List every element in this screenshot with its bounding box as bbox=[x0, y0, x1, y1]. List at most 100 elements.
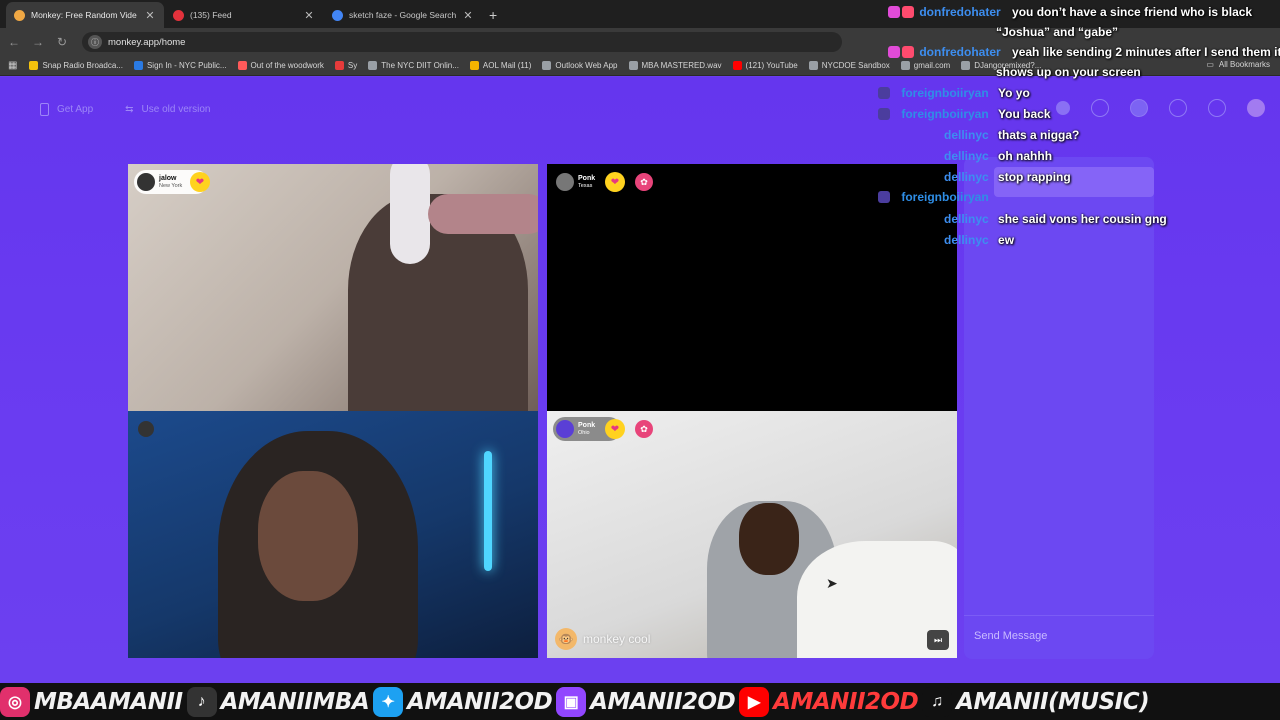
chat-username: dellinyc bbox=[944, 149, 989, 163]
heart-icon[interactable]: ❤ bbox=[605, 172, 625, 192]
bookmark-item[interactable]: gmail.com bbox=[900, 61, 950, 70]
chat-text: she said vons her cousin gng bbox=[998, 212, 1167, 226]
tab-feed[interactable]: (135) Feed ✕ bbox=[165, 2, 323, 28]
sub-badge-icon bbox=[888, 46, 900, 58]
fast-forward-icon: ⏭ bbox=[933, 634, 943, 645]
rose-gift-icon[interactable]: ✿ bbox=[635, 173, 653, 191]
heart-icon[interactable]: ❤ bbox=[605, 419, 625, 439]
chat-username: dellinyc bbox=[944, 233, 989, 247]
user-location: Texas bbox=[578, 182, 593, 189]
bookmark-label: MBA MASTERED.wav bbox=[641, 61, 722, 70]
right-nav bbox=[1035, 99, 1265, 117]
friends-icon[interactable] bbox=[1130, 99, 1148, 117]
badge-icon bbox=[878, 87, 890, 99]
send-message-placeholder: Send Message bbox=[974, 630, 1048, 642]
bookmark-label: NYCDOE Sandbox bbox=[821, 61, 890, 70]
url-field[interactable]: ⓘ monkey.app/home bbox=[82, 32, 842, 52]
led-strip-figure bbox=[484, 451, 492, 571]
badge-icon bbox=[878, 108, 890, 120]
bookmark-icon bbox=[542, 61, 552, 70]
new-tab-icon[interactable]: + bbox=[489, 2, 497, 28]
twitter-icon: ✦ bbox=[373, 686, 404, 717]
forward-icon[interactable]: → bbox=[26, 35, 50, 49]
social-twitch: ▣ AMANII2OD bbox=[556, 686, 736, 717]
chat-message: dellinyc stop rapping bbox=[944, 170, 1071, 184]
heart-badge-icon bbox=[902, 46, 914, 58]
face-figure bbox=[739, 503, 799, 575]
monkey-icon: 🐵 bbox=[555, 628, 577, 650]
tab-title: Monkey: Free Random Vide bbox=[31, 10, 137, 20]
close-tab-icon[interactable]: ✕ bbox=[303, 9, 315, 22]
messages-icon[interactable] bbox=[1208, 99, 1226, 117]
chat-text: stop rapping bbox=[998, 170, 1071, 184]
folder-icon: ▭ bbox=[1206, 60, 1214, 69]
close-tab-icon[interactable]: ✕ bbox=[144, 9, 156, 22]
get-app-button[interactable]: Get App bbox=[40, 103, 93, 116]
chat-message: dellinyc she said vons her cousin gng bbox=[944, 212, 1167, 226]
tab-title: sketch faze - Google Search bbox=[349, 10, 457, 20]
bookmark-item[interactable]: NYCDOE Sandbox bbox=[808, 61, 890, 70]
user-info: Ponk Ohio bbox=[578, 422, 595, 437]
chat-text: shows up on your screen bbox=[996, 65, 1141, 79]
bandana-figure bbox=[428, 194, 538, 234]
search-icon[interactable] bbox=[1091, 99, 1109, 117]
use-old-version-button[interactable]: ⇆ Use old version bbox=[125, 104, 210, 115]
social-handle: AMANII2OD bbox=[590, 688, 736, 715]
skip-button[interactable]: ⏭ bbox=[927, 630, 949, 650]
bookmark-label: Outlook Web App bbox=[555, 61, 618, 70]
chat-message: shows up on your screen bbox=[996, 65, 1141, 79]
bookmark-item[interactable]: The NYC DIIT Onlin... bbox=[368, 61, 459, 70]
site-info-icon[interactable]: ⓘ bbox=[88, 35, 102, 49]
bookmark-item[interactable]: Sy bbox=[334, 61, 358, 70]
tiktok-icon: ♪ bbox=[186, 686, 217, 717]
coin-icon[interactable] bbox=[1056, 101, 1070, 115]
monkey-cool-label: monkey cool bbox=[583, 632, 651, 646]
avatar bbox=[556, 173, 574, 191]
bookmark-item[interactable]: MBA MASTERED.wav bbox=[628, 61, 722, 70]
close-tab-icon[interactable]: ✕ bbox=[462, 9, 474, 22]
all-bookmarks-button[interactable]: ▭ All Bookmarks bbox=[1206, 60, 1270, 69]
user-info: Ponk Texas bbox=[578, 175, 595, 190]
bookmark-label: AOL Mail (11) bbox=[482, 61, 532, 70]
bookmark-icon bbox=[368, 61, 378, 70]
bookmark-item[interactable]: (121) YouTube bbox=[732, 61, 798, 70]
bookmark-label: The NYC DIIT Onlin... bbox=[381, 61, 459, 70]
chat-text: thats a nigga? bbox=[998, 128, 1080, 142]
bookmark-icon bbox=[732, 61, 742, 70]
apps-grid-icon[interactable]: ▦ bbox=[8, 60, 17, 71]
bookmark-item[interactable]: Snap Radio Broadca... bbox=[29, 61, 123, 70]
chat-message: dellinyc oh nahhh bbox=[944, 149, 1052, 163]
bookmark-icon bbox=[628, 61, 638, 70]
chat-message: foreignboiiryan Yo yo bbox=[878, 86, 1030, 100]
social-handle: AMANIIMBA bbox=[220, 688, 370, 715]
reload-icon[interactable]: ↻ bbox=[50, 35, 74, 49]
bookmark-icon bbox=[334, 61, 344, 70]
chat-message: foreignboiiryan bbox=[878, 190, 989, 204]
bookmark-item[interactable]: Out of the woodwork bbox=[237, 61, 324, 70]
back-icon[interactable]: ← bbox=[2, 35, 26, 49]
chat-text: yeah like sending 2 minutes after I send… bbox=[1012, 45, 1280, 59]
bookmark-item[interactable]: AOL Mail (11) bbox=[469, 61, 532, 70]
send-message-input[interactable]: Send Message bbox=[964, 615, 1154, 659]
heart-icon[interactable]: ❤ bbox=[190, 172, 210, 192]
chat-username: foreignboiiryan bbox=[901, 107, 989, 121]
history-icon[interactable] bbox=[1169, 99, 1187, 117]
video-tile-jalow: jalow New York ❤ bbox=[128, 164, 538, 411]
camera-icon[interactable] bbox=[138, 421, 154, 437]
tab-google-search[interactable]: sketch faze - Google Search ✕ bbox=[324, 2, 482, 28]
bookmark-item[interactable]: Outlook Web App bbox=[542, 61, 618, 70]
chat-text: “Joshua” and “gabe” bbox=[996, 25, 1119, 39]
bookmark-label: Sy bbox=[347, 61, 358, 70]
rose-gift-icon[interactable]: ✿ bbox=[635, 420, 653, 438]
social-handle: AMANII2OD bbox=[407, 688, 553, 715]
social-youtube: ▶ AMANII2OD bbox=[739, 686, 919, 717]
profile-avatar-icon[interactable] bbox=[1247, 99, 1265, 117]
tab-monkey[interactable]: Monkey: Free Random Vide ✕ bbox=[6, 2, 164, 28]
socials-banner: ◎ MBAAMANII ♪ AMANIIMBA ✦ AMANII2OD ▣ AM… bbox=[0, 683, 1280, 720]
youtube-favicon-icon bbox=[173, 9, 184, 21]
bookmark-item[interactable]: Sign In - NYC Public... bbox=[133, 61, 227, 70]
phone-icon bbox=[40, 103, 49, 116]
get-app-label: Get App bbox=[57, 104, 94, 115]
face-figure bbox=[258, 471, 358, 601]
chat-message: donfredohater you don’t have a since fri… bbox=[888, 5, 1252, 19]
